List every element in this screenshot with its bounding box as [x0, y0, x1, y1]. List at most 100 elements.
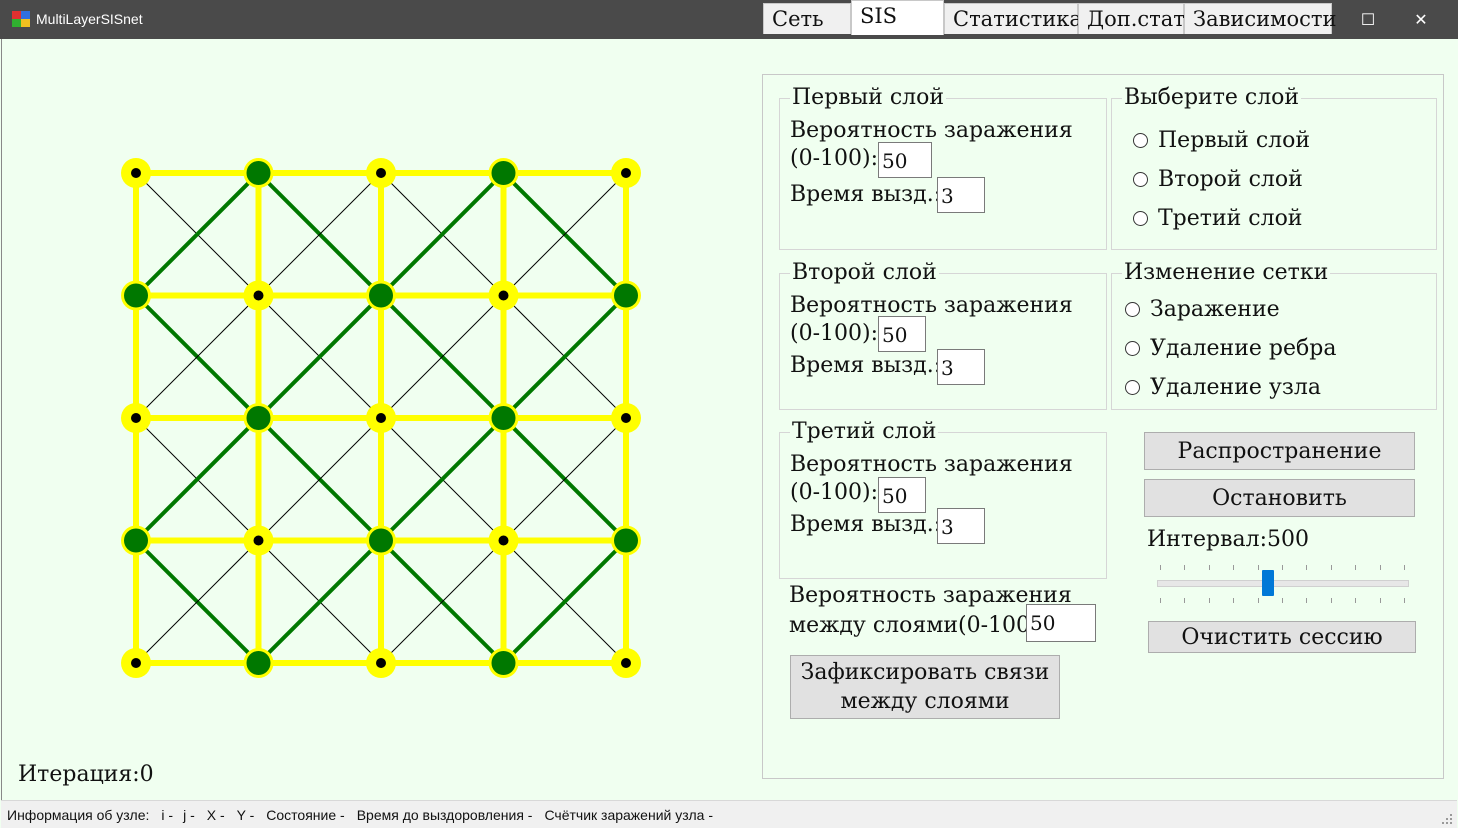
layer1-prob-input[interactable]: 50 [878, 142, 932, 178]
slider-tick [1257, 565, 1259, 570]
node-healthy[interactable] [253, 290, 264, 301]
node-healthy[interactable] [253, 535, 264, 546]
slider-tick [1160, 565, 1161, 570]
node-healthy[interactable] [376, 168, 386, 178]
radio-remove-node[interactable]: Удаление узла [1125, 375, 1321, 400]
layer2-time-input[interactable]: 3 [937, 349, 985, 385]
node-infected[interactable] [491, 406, 516, 430]
node-healthy[interactable] [498, 535, 509, 546]
radio-layer-3[interactable]: Третий слой [1133, 206, 1302, 231]
node-infected[interactable] [369, 528, 393, 553]
node-healthy[interactable] [131, 413, 141, 423]
slider-tick [1404, 598, 1405, 603]
status-state: Состояние - [266, 806, 345, 823]
node-infected[interactable] [614, 283, 638, 308]
slider-tick [1208, 565, 1210, 570]
radio-circle-icon [1125, 302, 1140, 317]
layer3-prob-input[interactable]: 50 [878, 477, 926, 513]
node-infected[interactable] [491, 161, 516, 185]
node-infected[interactable] [369, 283, 393, 308]
slider-ticks-top [1157, 565, 1407, 571]
slider-tick [1379, 565, 1381, 570]
node-infected[interactable] [491, 651, 516, 675]
window-title: MultiLayerSISnet [36, 11, 143, 27]
node-healthy[interactable] [131, 658, 141, 668]
slider-tick [1282, 598, 1283, 603]
node-infected[interactable] [124, 283, 148, 308]
tab-sis[interactable]: SIS [851, 0, 944, 35]
node-infected[interactable] [246, 161, 271, 185]
slider-tick [1404, 565, 1405, 570]
interlayer-prob-input[interactable]: 50 [1026, 604, 1096, 642]
layer2-prob-input[interactable]: 50 [878, 316, 926, 352]
node-healthy[interactable] [498, 290, 509, 301]
node-infected[interactable] [246, 651, 271, 675]
fix-links-line2: между слоями [840, 689, 1010, 714]
radio-circle-icon [1133, 172, 1148, 187]
layer3-time-input[interactable]: 3 [937, 508, 985, 544]
interval-label: Интервал:500 [1147, 527, 1310, 552]
layer3-range-label: (0-100): [790, 480, 878, 505]
status-i: i - [161, 806, 174, 823]
select-layer-title: Выберите слой [1122, 85, 1302, 110]
slider-tick [1233, 598, 1235, 603]
slider-tick [1208, 598, 1210, 603]
close-button[interactable]: ✕ [1398, 0, 1444, 39]
stop-button[interactable]: Остановить [1144, 479, 1415, 517]
radio-layer-2[interactable]: Второй слой [1133, 167, 1303, 192]
layer2-time-label: Время вызд.: [790, 353, 942, 378]
radio-circle-icon [1133, 211, 1148, 226]
slider-tick [1330, 565, 1332, 570]
layer2-range-label: (0-100): [790, 321, 878, 346]
slider-tick [1184, 565, 1186, 570]
node-infected[interactable] [246, 406, 271, 430]
interval-slider-thumb[interactable] [1262, 570, 1274, 596]
slider-tick [1330, 598, 1332, 603]
interval-slider-track[interactable] [1157, 580, 1409, 587]
node-healthy[interactable] [131, 168, 141, 178]
status-x: X - [206, 806, 225, 823]
layer3-prob-label: Вероятность заражения [790, 452, 1073, 477]
tab-dependencies[interactable]: Зависимости [1184, 3, 1337, 34]
layer2-title: Второй слой [790, 260, 939, 285]
network-graph[interactable] [100, 140, 660, 700]
slider-tick [1233, 565, 1235, 570]
node-healthy[interactable] [621, 413, 631, 423]
radio-layer-1[interactable]: Первый слой [1133, 128, 1310, 153]
node-infected[interactable] [124, 528, 148, 553]
status-recovery: Время до выздоровления - [356, 806, 533, 823]
clear-session-button[interactable]: Очистить сессию [1148, 621, 1416, 653]
slider-tick [1306, 565, 1308, 570]
tab-statistics[interactable]: Статистика [944, 3, 1082, 34]
maximize-icon: ☐ [1360, 11, 1376, 29]
status-y: Y - [236, 806, 255, 823]
spread-button[interactable]: Распространение [1144, 432, 1415, 470]
tab-network[interactable]: Сеть [763, 3, 851, 34]
layer2-prob-label: Вероятность заражения [790, 293, 1073, 318]
fix-links-button[interactable]: Зафиксировать связи между слоями [790, 655, 1060, 719]
radio-remove-edge[interactable]: Удаление ребра [1125, 336, 1336, 361]
node-healthy[interactable] [376, 658, 386, 668]
layer1-title: Первый слой [790, 85, 947, 110]
node-infected[interactable] [614, 528, 638, 553]
radio-circle-icon [1125, 380, 1140, 395]
slider-tick [1257, 598, 1259, 603]
layer3-title: Третий слой [790, 419, 939, 444]
slider-tick [1184, 598, 1186, 603]
node-healthy[interactable] [621, 658, 631, 668]
layer1-range-label: (0-100): [790, 146, 878, 171]
node-healthy[interactable] [376, 413, 386, 423]
tab-extra-stats[interactable]: Доп.стат [1078, 3, 1185, 34]
fix-links-line1: Зафиксировать связи [800, 660, 1050, 685]
maximize-button[interactable]: ☐ [1345, 0, 1391, 39]
layer1-time-label: Время вызд.: [790, 182, 942, 207]
layer3-time-label: Время вызд.: [790, 512, 942, 537]
app-icon [12, 11, 30, 27]
resize-grip-icon[interactable] [1441, 813, 1453, 825]
slider-tick [1355, 565, 1357, 570]
layer1-time-input[interactable]: 3 [937, 177, 985, 213]
node-healthy[interactable] [621, 168, 631, 178]
grid-change-title: Изменение сетки [1122, 260, 1331, 285]
radio-infection[interactable]: Заражение [1125, 297, 1280, 322]
slider-tick [1282, 565, 1283, 570]
